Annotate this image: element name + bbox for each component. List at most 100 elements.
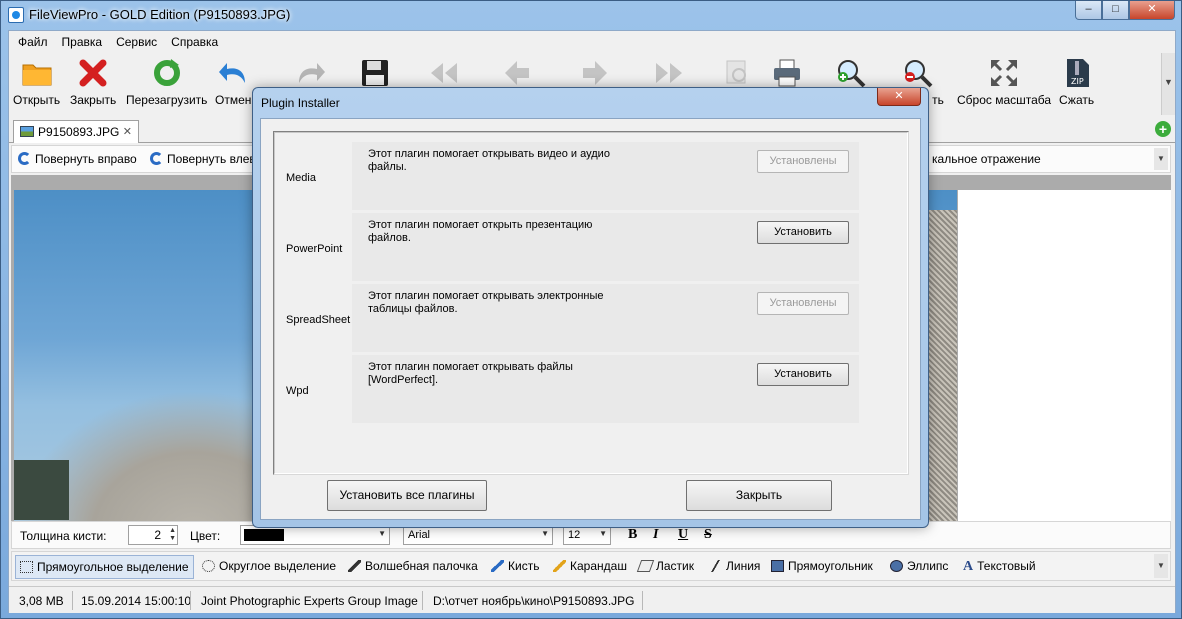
vertical-flip-button[interactable]: кальное отражение [932, 152, 1041, 166]
tool-magic-wand[interactable]: Волшебная палочка [348, 559, 478, 573]
stepper-arrows-icon[interactable]: ▲ ▼ [169, 527, 176, 543]
maximize-button[interactable]: □ [1102, 1, 1129, 20]
status-file-path: D:\отчет ноябрь\кино\P9150893.JPG [433, 594, 635, 608]
rotate-left-label: Повернуть влев [167, 152, 256, 166]
document-tab-label: P9150893.JPG [38, 125, 120, 139]
undo-button[interactable]: Отмен [215, 57, 251, 107]
eraser-icon [636, 560, 655, 572]
font-size-select[interactable]: 12 ▼ [563, 525, 611, 545]
plugin-list: Media Этот плагин помогает открывать вид… [273, 131, 909, 475]
chevron-down-icon: ▼ [599, 529, 607, 538]
dialog-title: Plugin Installer [261, 96, 340, 110]
tool-label: Ластик [656, 559, 694, 573]
plugin-row: SpreadSheet Этот плагин помогает открыва… [282, 284, 902, 352]
bold-button[interactable]: B [628, 527, 637, 543]
tool-pencil[interactable]: Карандаш [553, 559, 627, 573]
document-tab[interactable]: P9150893.JPG ✕ [13, 120, 139, 143]
underline-button[interactable]: U [678, 527, 688, 543]
reload-button[interactable]: Перезагрузить [126, 57, 207, 107]
plugin-install-button[interactable]: Установить [757, 221, 849, 244]
line-icon [709, 560, 722, 572]
rectangle-icon [771, 560, 784, 572]
undo-arrow-icon [217, 57, 249, 89]
tool-ellipse-select[interactable]: Округлое выделение [202, 559, 336, 573]
rotate-right-icon [18, 152, 31, 165]
plugin-description: Этот плагин помогает открывать файлы [Wo… [368, 361, 573, 386]
tool-label: Прямоугольник [788, 559, 873, 573]
tool-label: Прямоугольное выделение [37, 560, 189, 574]
compress-button[interactable]: ZIP Сжать [1059, 57, 1094, 107]
toolbar-overflow-button[interactable]: ▼ [1161, 53, 1175, 115]
strikethrough-button[interactable]: S [704, 527, 712, 543]
tool-label: Волшебная палочка [365, 559, 478, 573]
color-picker[interactable]: ▼ [240, 525, 390, 545]
italic-button[interactable]: I [653, 527, 658, 543]
menu-service[interactable]: Сервис [109, 35, 164, 49]
reload-label: Перезагрузить [126, 93, 208, 107]
color-swatch [244, 529, 284, 541]
rotate-right-button[interactable]: Повернуть вправо [18, 152, 137, 166]
tools-overflow-button[interactable]: ▼ [1154, 554, 1168, 578]
install-all-button[interactable]: Установить все плагины [327, 480, 487, 511]
status-file-size: 3,08 MB [19, 594, 64, 608]
tool-label: Кисть [508, 559, 540, 573]
redo-arrow-icon [295, 57, 327, 89]
font-value: Arial [408, 529, 431, 541]
tool-label: Линия [726, 559, 761, 573]
tool-eraser[interactable]: Ластик [636, 559, 694, 573]
viewport-background [958, 190, 1171, 521]
tool-label: Карандаш [570, 559, 627, 573]
image-file-icon [20, 126, 34, 137]
text-tool-icon: A [963, 559, 974, 574]
dialog-close-icon[interactable]: ✕ [877, 88, 921, 106]
add-tab-icon[interactable]: + [1155, 121, 1171, 137]
menu-edit[interactable]: Правка [55, 35, 110, 49]
reset-zoom-label: Сброс масштаба [957, 93, 1052, 107]
dialog-close-button[interactable]: Закрыть [686, 480, 832, 511]
plugin-name: SpreadSheet [286, 314, 351, 326]
folder-icon [21, 57, 53, 89]
color-label: Цвет: [190, 529, 221, 543]
tool-line[interactable]: Линия [709, 559, 760, 573]
pencil-icon [553, 560, 566, 572]
last-icon [654, 57, 686, 89]
minimize-button[interactable]: – [1075, 1, 1102, 20]
window-title: FileViewPro - GOLD Edition (P9150893.JPG… [29, 7, 291, 22]
plugin-description: Этот плагин помогает открывать электронн… [368, 290, 604, 315]
find-icon [721, 57, 753, 89]
open-button[interactable]: Открыть [13, 57, 60, 107]
font-size-value: 12 [568, 529, 581, 541]
tool-rect-select[interactable]: Прямоугольное выделение [15, 555, 194, 579]
close-file-button[interactable]: Закрыть [70, 57, 116, 107]
font-select[interactable]: Arial ▼ [403, 525, 553, 545]
rotate-left-icon [150, 152, 163, 165]
brush-thickness-stepper[interactable]: 2 ▲ ▼ [128, 525, 178, 545]
compress-label: Сжать [1059, 93, 1095, 107]
plugin-row: PowerPoint Этот плагин помогает открыть … [282, 213, 902, 281]
vertical-flip-label: кальное отражение [932, 152, 1041, 166]
plugin-install-button[interactable]: Установить [757, 363, 849, 386]
undo-label: Отмен [215, 93, 252, 107]
rotate-toolbar-overflow-button[interactable]: ▼ [1154, 148, 1168, 170]
reset-zoom-button[interactable]: Сброс масштаба [957, 57, 1051, 107]
title-bar: FileViewPro - GOLD Edition (P9150893.JPG… [1, 1, 1181, 29]
menu-file[interactable]: Файл [11, 35, 55, 49]
plugin-row: Media Этот плагин помогает открывать вид… [282, 142, 902, 210]
zoom-out-label: ть [932, 93, 944, 107]
rotate-left-button[interactable]: Повернуть влев [150, 152, 256, 166]
status-separator [642, 591, 643, 610]
tool-brush[interactable]: Кисть [491, 559, 539, 573]
tool-text[interactable]: A Текстовый [963, 559, 1036, 574]
status-file-type: Joint Photographic Experts Group Image [201, 594, 418, 608]
menu-help[interactable]: Справка [164, 35, 225, 49]
tool-rectangle[interactable]: Прямоугольник [771, 559, 873, 573]
tool-ellipse[interactable]: Эллипс [890, 559, 948, 573]
reload-icon [151, 57, 183, 89]
close-window-button[interactable]: ✕ [1129, 1, 1175, 20]
svg-text:ZIP: ZIP [1071, 77, 1084, 86]
reset-zoom-icon [988, 57, 1020, 89]
tab-close-button[interactable]: ✕ [123, 125, 132, 138]
status-separator [72, 591, 73, 610]
zoom-in-icon [835, 57, 867, 89]
tool-label: Эллипс [907, 559, 949, 573]
